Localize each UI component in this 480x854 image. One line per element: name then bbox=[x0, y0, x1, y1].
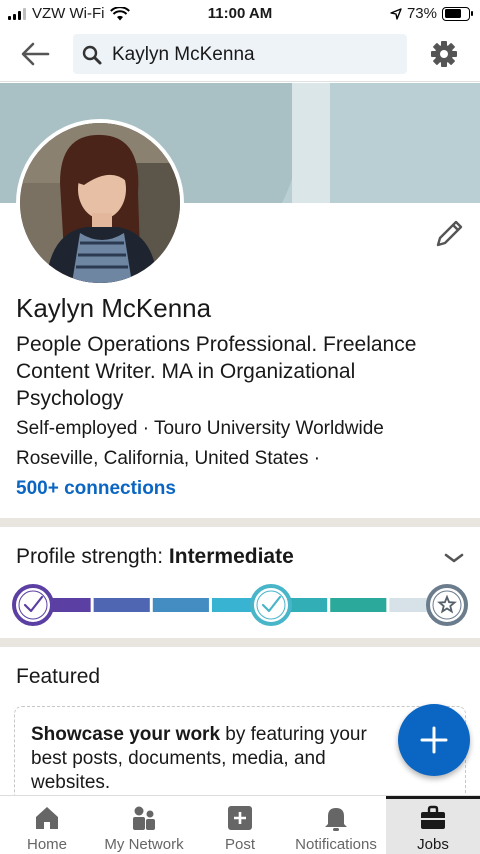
checkmark-icon bbox=[12, 584, 54, 626]
nav-notifications[interactable]: Notifications bbox=[286, 796, 386, 854]
post-icon bbox=[228, 806, 252, 830]
pencil-icon[interactable] bbox=[432, 217, 466, 251]
featured-text: Showcase your work by featuring your bes… bbox=[31, 723, 401, 795]
nav-home[interactable]: Home bbox=[0, 796, 94, 854]
battery-fill bbox=[444, 9, 462, 18]
profile-strength-meter bbox=[12, 584, 468, 626]
profile-strength-title: Profile strength: Intermediate bbox=[16, 545, 294, 569]
profile-name: Kaylyn McKenna bbox=[16, 293, 212, 323]
back-arrow-icon[interactable] bbox=[18, 39, 52, 69]
star-icon bbox=[426, 584, 468, 626]
meter-segment bbox=[152, 598, 209, 612]
section-divider bbox=[0, 518, 480, 527]
checkmark-icon bbox=[250, 584, 292, 626]
home-icon bbox=[36, 807, 58, 829]
banner-stripe bbox=[292, 83, 330, 203]
search-input[interactable]: Kaylyn McKenna bbox=[73, 34, 407, 74]
battery-icon bbox=[442, 6, 473, 21]
nav-label-post: Post bbox=[224, 836, 255, 853]
gear-icon[interactable] bbox=[429, 39, 459, 69]
status-bar: VZW Wi-Fi 11:00 AM 73% bbox=[0, 0, 480, 28]
nav-label-jobs: Jobs bbox=[417, 836, 449, 853]
profile-strength-label: Profile strength: bbox=[16, 545, 169, 568]
featured-bold: Showcase your work bbox=[31, 724, 221, 745]
nav-post[interactable]: Post bbox=[194, 796, 286, 854]
search-icon bbox=[82, 45, 102, 65]
nav-jobs[interactable]: Jobs bbox=[386, 796, 480, 854]
location-arrow-icon bbox=[390, 7, 402, 20]
search-value: Kaylyn McKenna bbox=[112, 44, 255, 65]
battery-percent: 73% bbox=[406, 5, 437, 22]
section-divider bbox=[0, 638, 480, 647]
top-nav: Kaylyn McKenna bbox=[0, 28, 480, 82]
meter-segment bbox=[93, 598, 150, 612]
chevron-down-icon[interactable] bbox=[442, 548, 466, 568]
briefcase-icon bbox=[421, 805, 445, 829]
nav-my-network[interactable]: My Network bbox=[94, 796, 194, 854]
bell-icon bbox=[325, 808, 347, 831]
status-right: 73% bbox=[390, 5, 473, 22]
nav-label-home: Home bbox=[26, 836, 67, 853]
profile-headline: People Operations Professional. Freelanc… bbox=[16, 333, 417, 410]
meter-segment bbox=[330, 598, 387, 612]
profile-strength-level: Intermediate bbox=[168, 545, 294, 568]
bottom-nav: Home My Network Post Notifications Jobs bbox=[0, 795, 480, 854]
avatar-photo bbox=[20, 123, 180, 283]
nav-label-notifications: Notifications bbox=[295, 836, 377, 853]
featured-title: Featured bbox=[16, 665, 101, 688]
profile-location: Roseville, California, United States · bbox=[16, 448, 321, 469]
connections-link[interactable]: 500+ connections bbox=[16, 478, 176, 500]
add-featured-button[interactable] bbox=[398, 704, 470, 776]
avatar[interactable] bbox=[16, 119, 184, 287]
plus-icon bbox=[420, 726, 448, 754]
network-icon bbox=[133, 806, 155, 830]
nav-label-my-network: My Network bbox=[104, 836, 184, 853]
profile-companies: Self-employed · Touro University Worldwi… bbox=[16, 418, 384, 439]
